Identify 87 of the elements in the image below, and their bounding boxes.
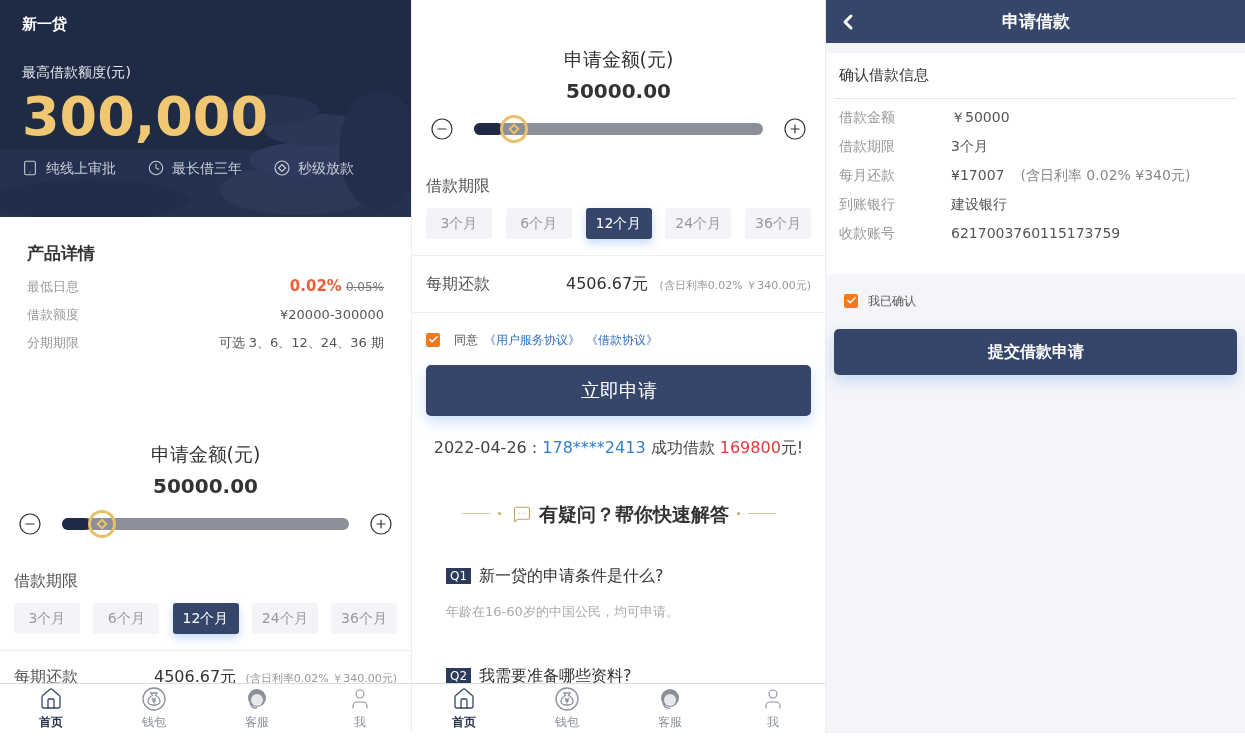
tab-bar-item[interactable]: 钱包 xyxy=(515,684,619,733)
tab-bar-item[interactable]: 钱包 xyxy=(102,684,206,733)
term-option[interactable]: 12个月 xyxy=(172,602,239,634)
faq-question: 新一贷的申请条件是什么? xyxy=(479,565,664,587)
money-bag-icon xyxy=(142,686,167,711)
agreement-link[interactable]: 《借款协议》 xyxy=(586,330,658,349)
success-notice: 2022-04-26 : 178****2413 成功借款 169800元! xyxy=(432,436,805,459)
section-title: 确认借款信息 xyxy=(834,53,1237,99)
slider-track[interactable] xyxy=(474,113,763,144)
term-option[interactable]: 24个月 xyxy=(251,602,318,634)
amount-value: 50000.00 xyxy=(153,472,258,500)
repayment-value: 4506.67元 xyxy=(154,665,237,683)
old-rate: 0.05% xyxy=(345,278,384,296)
tab-bar-item[interactable]: 客服 xyxy=(205,684,309,733)
faq-title: 有疑问？帮你快速解答 xyxy=(538,501,729,527)
term-option[interactable]: 6个月 xyxy=(505,207,572,239)
term-option[interactable]: 12个月 xyxy=(585,207,652,239)
submit-button[interactable]: 提交借款申请 xyxy=(834,328,1237,375)
faq-answer: 年龄在16-60岁的中国公民，均可申请。 xyxy=(446,603,680,621)
info-note: (含日利率 0.02% ¥340元) xyxy=(1020,165,1191,185)
info-label: 收款账号 xyxy=(839,223,896,243)
tab-bar-item[interactable]: 我 xyxy=(308,684,411,733)
money-bag-icon xyxy=(554,686,579,711)
plus-button[interactable] xyxy=(783,116,807,141)
info-label: 借款金额 xyxy=(839,107,896,127)
slider-thumb[interactable] xyxy=(87,509,116,538)
term-option[interactable]: 24个月 xyxy=(665,207,732,239)
feature-label: 最长借三年 xyxy=(172,158,242,178)
repayment-note: (含日利率0.02% ￥340.00元) xyxy=(659,277,811,294)
detail-value: ¥20000-300000 xyxy=(280,306,384,324)
question-tag: Q2 xyxy=(446,667,472,683)
app-name: 新一贷 xyxy=(22,14,68,35)
info-label: 每月还款 xyxy=(839,165,896,185)
repayment-value: 4506.67元 xyxy=(566,272,649,295)
slider-thumb[interactable] xyxy=(500,114,529,143)
apply-button[interactable]: 立即申请 xyxy=(426,364,811,416)
repayment-label: 每期还款 xyxy=(14,665,79,683)
detail-label: 最低日息 xyxy=(27,277,79,296)
info-value: ￥50000 xyxy=(951,107,1010,127)
clock-icon xyxy=(148,160,164,177)
tablet-icon xyxy=(22,160,38,177)
term-label: 借款期限 xyxy=(14,569,79,592)
info-value: 建设银行 xyxy=(951,194,1007,214)
term-option[interactable]: 36个月 xyxy=(331,602,397,634)
slider-track[interactable] xyxy=(62,508,349,539)
limit-amount: 300,000 xyxy=(22,86,269,146)
checkbox[interactable] xyxy=(844,293,858,308)
home-icon xyxy=(39,686,64,711)
info-label: 到账银行 xyxy=(839,194,896,214)
chat-icon xyxy=(512,504,531,523)
amount-value: 50000.00 xyxy=(566,77,671,105)
feature-label: 秒级放款 xyxy=(298,158,354,178)
checkbox[interactable] xyxy=(426,332,440,347)
detail-label: 借款额度 xyxy=(27,306,79,324)
plus-button[interactable] xyxy=(369,511,393,536)
info-value: 3个月 xyxy=(951,136,988,156)
tab-bar-item[interactable]: 首页 xyxy=(412,684,516,733)
amount-label: 申请金额(元) xyxy=(563,47,674,72)
home-icon xyxy=(451,686,476,711)
tab-bar-item[interactable]: 首页 xyxy=(0,684,103,733)
info-value: 6217003760115173759 xyxy=(951,223,1121,243)
detail-value: 可选 3、6、12、24、36 期 xyxy=(218,333,384,352)
term-option[interactable]: 36个月 xyxy=(745,207,811,239)
info-label: 借款期限 xyxy=(839,136,896,156)
term-option[interactable]: 3个月 xyxy=(14,602,80,634)
page-title: 申请借款 xyxy=(1001,9,1070,33)
detail-label: 分期期限 xyxy=(27,333,79,352)
tab-bar-item[interactable]: 我 xyxy=(721,684,825,733)
faq-question: 我需要准备哪些资料? xyxy=(479,664,632,683)
confirm-label: 我已确认 xyxy=(868,292,916,310)
agreement-link[interactable]: 《用户服务协议》 xyxy=(484,330,580,349)
repayment-note: (含日利率0.02% ￥340.00元) xyxy=(245,670,397,683)
info-value: ¥17007 xyxy=(951,165,1005,185)
term-option[interactable]: 3个月 xyxy=(426,207,492,239)
limit-label: 最高借款额度(元) xyxy=(22,62,132,82)
detail-value: 0.02% xyxy=(289,275,342,297)
term-option[interactable]: 6个月 xyxy=(93,602,160,634)
details-title: 产品详情 xyxy=(27,242,96,265)
term-label: 借款期限 xyxy=(426,174,491,197)
repayment-label: 每期还款 xyxy=(426,272,491,295)
minus-button[interactable] xyxy=(430,116,454,141)
agree-label: 同意 xyxy=(454,331,478,349)
feature-label: 纯线上审批 xyxy=(46,158,116,178)
tab-bar-item[interactable]: 客服 xyxy=(618,684,722,733)
amount-label: 申请金额(元) xyxy=(150,442,261,467)
question-tag: Q1 xyxy=(446,568,472,584)
minus-button[interactable] xyxy=(18,511,42,536)
